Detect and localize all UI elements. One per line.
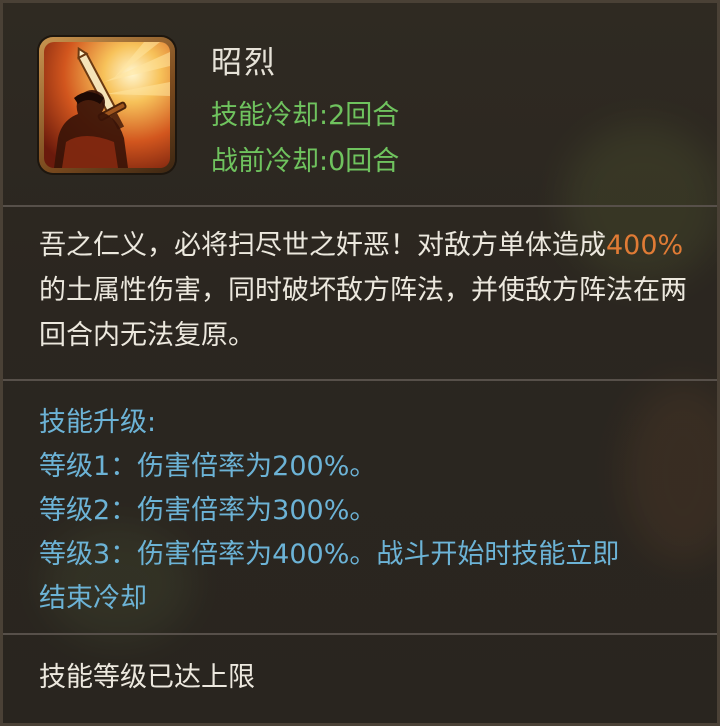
upgrade-level-1: 等级1：伤害倍率为200%。 (39, 451, 377, 482)
skill-description: 吾之仁义，必将扫尽世之奸恶！对敌方单体造成400% 的土属性伤害，同时破坏敌方阵法… (39, 223, 689, 358)
upgrade-level-3-cont: 结束冷却 (39, 583, 147, 614)
max-level-status: 技能等级已达上限 (39, 662, 255, 693)
divider (3, 633, 717, 635)
divider (3, 205, 717, 207)
sword-warrior-icon (44, 42, 170, 168)
skill-tooltip: 昭烈 技能冷却:2回合 战前冷却:0回合 吾之仁义，必将扫尽世之奸恶！对敌方单体… (0, 0, 720, 726)
damage-highlight: 400% (606, 230, 684, 261)
pre-battle-cooldown: 战前冷却:0回合 (211, 146, 400, 177)
skill-cooldown: 技能冷却:2回合 (211, 100, 400, 131)
description-text: 吾之仁义，必将扫尽世之奸恶！对敌方单体造成 (39, 230, 606, 261)
skill-name: 昭烈 (211, 45, 277, 81)
skill-icon-frame (39, 37, 175, 173)
divider (3, 379, 717, 381)
upgrade-title: 技能升级: (39, 407, 157, 438)
upgrade-level-2: 等级2：伤害倍率为300%。 (39, 495, 377, 526)
skill-upgrade-section: 技能升级: 等级1：伤害倍率为200%。 等级2：伤害倍率为300%。 等级3：… (39, 401, 699, 621)
description-text: 的土属性伤害，同时破坏敌方阵法，并使敌方阵法在两回合内无法复原。 (39, 275, 687, 351)
skill-header: 昭烈 技能冷却:2回合 战前冷却:0回合 (3, 3, 717, 203)
upgrade-level-3: 等级3：伤害倍率为400%。战斗开始时技能立即 (39, 539, 620, 570)
